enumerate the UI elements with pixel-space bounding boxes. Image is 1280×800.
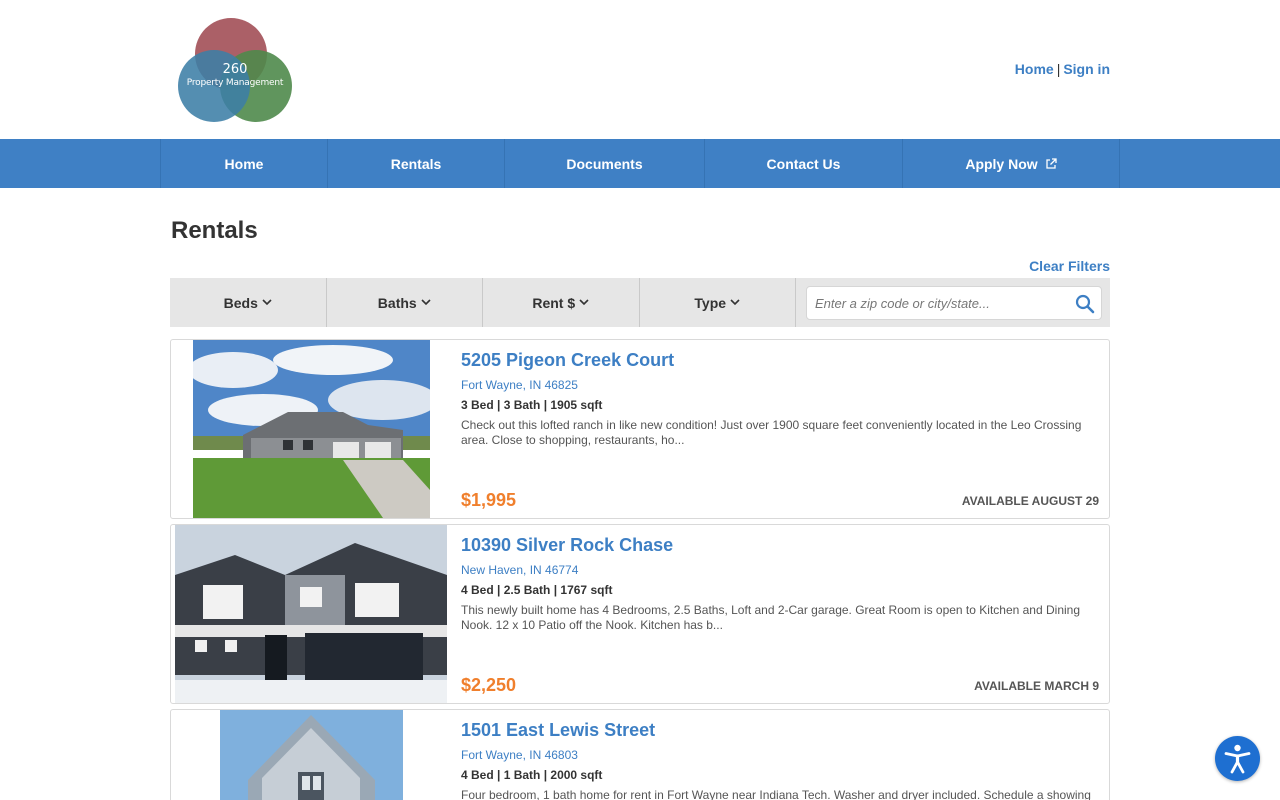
filter-baths-label: Baths — [377, 294, 417, 311]
nav-contact-label: Contact Us — [766, 155, 841, 172]
listing-card[interactable]: 10390 Silver Rock Chase New Haven, IN 46… — [170, 524, 1110, 704]
listing-price: $1,995 — [461, 490, 517, 510]
search-icon[interactable] — [1075, 294, 1095, 314]
filter-beds-label: Beds — [223, 294, 258, 311]
page-title: Rentals — [171, 217, 258, 244]
listing-specs: 3 Bed | 3 Bath | 1905 sqft — [461, 398, 603, 412]
nav-contact-us[interactable]: Contact Us — [704, 139, 902, 188]
listing-address[interactable]: 1501 East Lewis Street — [461, 720, 1099, 741]
accessibility-icon — [1224, 744, 1251, 774]
filter-rent-label: Rent $ — [532, 294, 576, 311]
top-links-separator: | — [1056, 61, 1061, 77]
listing-specs: 4 Bed | 1 Bath | 2000 sqft — [461, 768, 603, 782]
house-photo-image — [193, 340, 430, 518]
listing-info: 1501 East Lewis Street Fort Wayne, IN 46… — [461, 710, 1099, 800]
filter-beds[interactable]: Beds — [170, 278, 327, 327]
main-nav: Home Rentals Documents Contact Us Apply … — [0, 139, 1280, 188]
filter-type-label: Type — [694, 294, 727, 311]
top-links: Home | Sign in — [1015, 61, 1110, 77]
top-link-home[interactable]: Home — [1015, 61, 1054, 77]
logo-subtitle: Property Management — [186, 78, 284, 88]
site-header: 260 Property Management Home | Sign in — [0, 0, 1280, 139]
listing-description: Four bedroom, 1 bath home for rent in Fo… — [461, 788, 1091, 800]
accessibility-button[interactable] — [1215, 736, 1260, 781]
nav-documents[interactable]: Documents — [504, 139, 704, 188]
listing-price: $2,250 — [461, 675, 517, 695]
nav-documents-label: Documents — [566, 155, 643, 172]
logo-number: 260 — [222, 62, 248, 77]
location-search — [806, 286, 1102, 320]
nav-rentals[interactable]: Rentals — [327, 139, 504, 188]
nav-apply-now[interactable]: Apply Now — [902, 139, 1120, 188]
listing-city: Fort Wayne, IN 46803 — [461, 748, 578, 762]
nav-apply-label: Apply Now — [965, 155, 1038, 172]
listing-specs: 4 Bed | 2.5 Bath | 1767 sqft — [461, 583, 613, 597]
nav-rentals-label: Rentals — [390, 155, 442, 172]
listing-photo[interactable] — [175, 525, 447, 703]
clear-filters-link[interactable]: Clear Filters — [1029, 258, 1110, 274]
house-photo-image — [175, 525, 447, 703]
nav-home-label: Home — [224, 155, 264, 172]
filter-baths[interactable]: Baths — [327, 278, 483, 327]
listing-card[interactable]: 5205 Pigeon Creek Court Fort Wayne, IN 4… — [170, 339, 1110, 519]
chevron-down-icon — [262, 299, 272, 306]
chevron-down-icon — [730, 299, 740, 306]
listing-city: New Haven, IN 46774 — [461, 563, 579, 577]
nav-home[interactable]: Home — [160, 139, 327, 188]
house-photo-image — [220, 710, 403, 800]
listing-description: Check out this lofted ranch in like new … — [461, 418, 1082, 447]
location-search-input[interactable] — [807, 287, 1067, 319]
filter-bar: Beds Baths Rent $ Type — [170, 278, 1110, 327]
listing-description: This newly built home has 4 Bedrooms, 2.… — [461, 603, 1081, 632]
chevron-down-icon — [421, 299, 431, 306]
listing-info: 10390 Silver Rock Chase New Haven, IN 46… — [461, 525, 1099, 633]
listing-card[interactable]: 1501 East Lewis Street Fort Wayne, IN 46… — [170, 709, 1110, 800]
listing-info: 5205 Pigeon Creek Court Fort Wayne, IN 4… — [461, 340, 1099, 448]
filter-type[interactable]: Type — [640, 278, 796, 327]
sign-in-link[interactable]: Sign in — [1063, 61, 1110, 77]
filter-rent[interactable]: Rent $ — [483, 278, 640, 327]
listing-photo[interactable] — [220, 710, 403, 800]
listing-city: Fort Wayne, IN 46825 — [461, 378, 578, 392]
listing-address[interactable]: 5205 Pigeon Creek Court — [461, 350, 1099, 371]
listing-availability: AVAILABLE AUGUST 29 — [961, 494, 1099, 508]
listing-availability: AVAILABLE MARCH 9 — [974, 679, 1099, 693]
listing-address[interactable]: 10390 Silver Rock Chase — [461, 535, 1099, 556]
company-logo[interactable]: 260 Property Management — [176, 16, 294, 126]
external-link-icon — [1046, 157, 1057, 169]
chevron-down-icon — [579, 299, 589, 306]
listing-photo[interactable] — [193, 340, 430, 518]
